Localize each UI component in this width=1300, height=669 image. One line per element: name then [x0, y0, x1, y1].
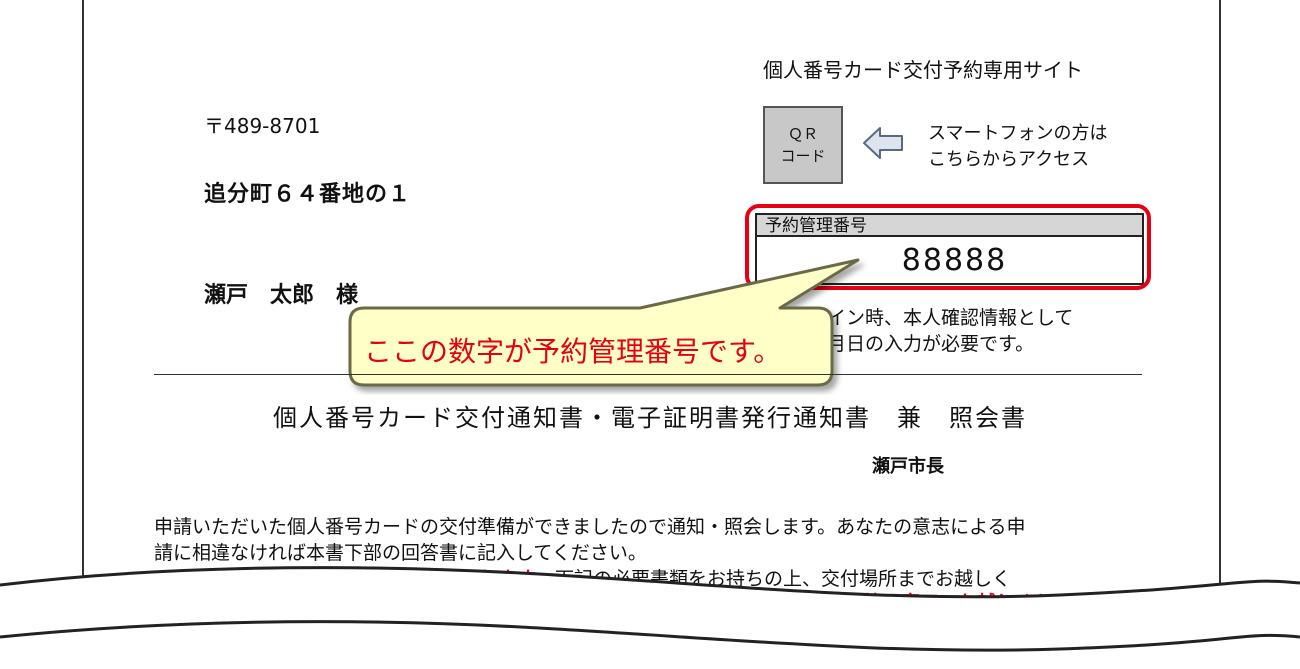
torn-edge	[0, 566, 1300, 669]
qr-code-label: ＱＲ コード	[780, 125, 826, 165]
recipient-name: 瀬戸 太郎 様	[204, 283, 359, 308]
issuer: 瀬戸市長	[872, 456, 944, 477]
address: 追分町６４番地の１	[204, 182, 412, 207]
site-title: 個人番号カード交付予約専用サイト	[763, 58, 1083, 82]
divider	[154, 374, 1142, 375]
document-title: 個人番号カード交付通知書・電子証明書発行通知書 兼 照会書	[273, 404, 1027, 432]
callout-text: ここの数字が予約管理番号です。	[364, 335, 782, 368]
postal-code: 〒489-8701	[204, 114, 321, 138]
qr-access-note: スマートフォンの方は こちらからアクセス	[928, 123, 1108, 170]
qr-code-placeholder[interactable]: ＱＲ コード	[763, 106, 843, 184]
left-arrow-icon	[863, 127, 903, 159]
